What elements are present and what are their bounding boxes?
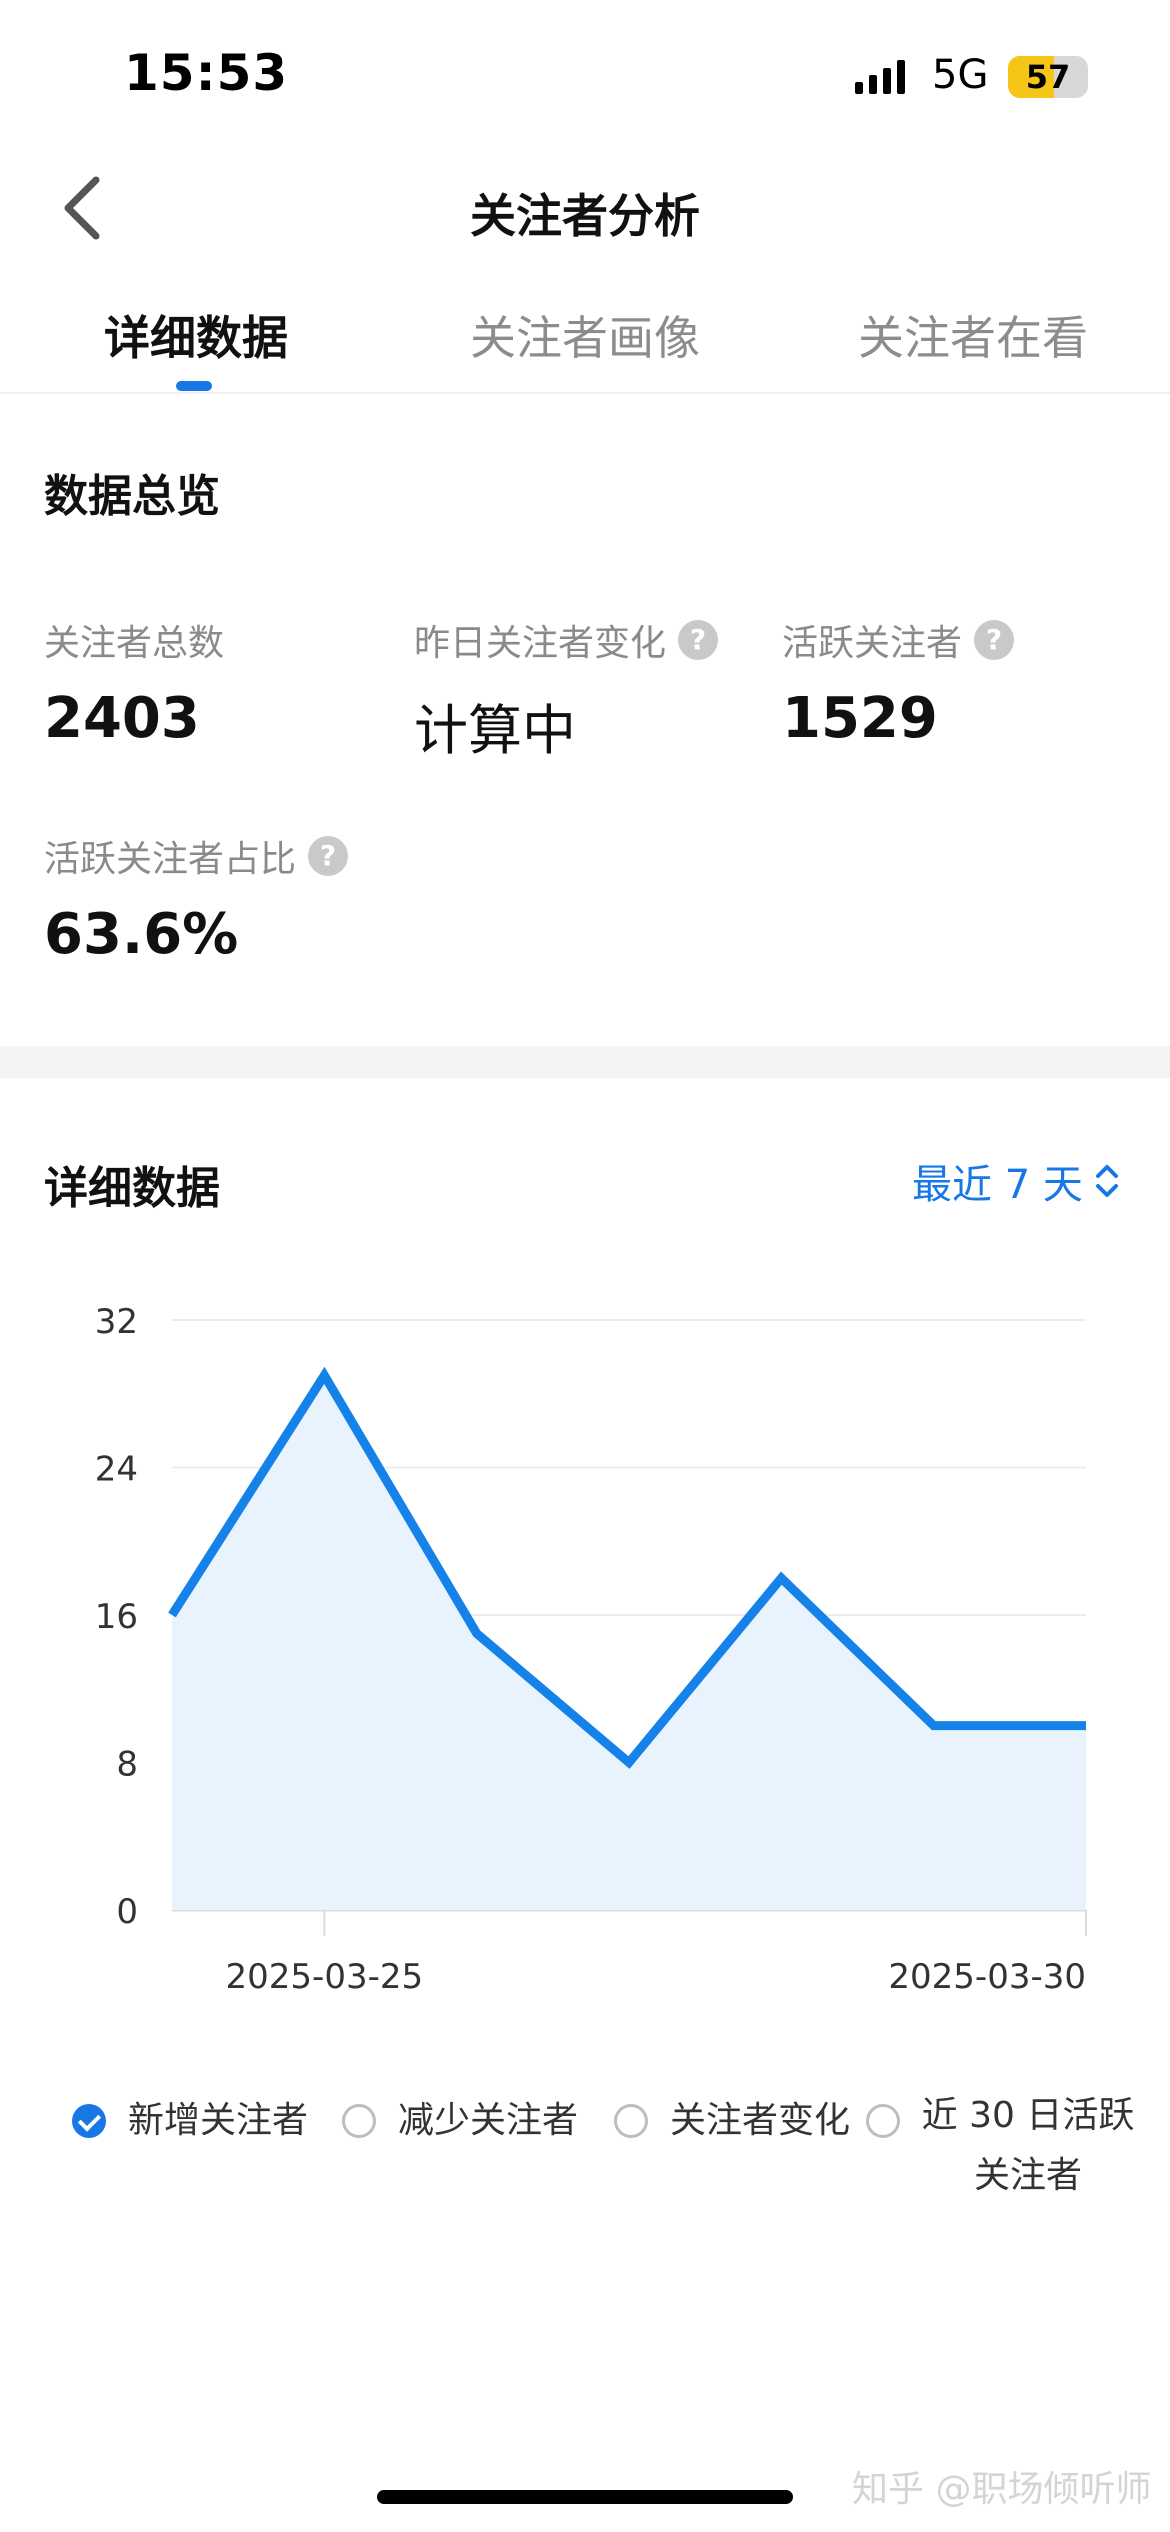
metric-label-text: 昨日关注者变化 <box>414 623 667 664</box>
radio-icon[interactable] <box>866 2104 900 2138</box>
battery-level: 57 <box>1025 58 1071 96</box>
legend-label: 近 30 日活跃 关注者 <box>918 2086 1138 2206</box>
legend-lost-followers[interactable]: 减少关注者 <box>342 2098 578 2144</box>
detail-title: 详细数据 <box>44 1163 220 1214</box>
help-icon[interactable]: ? <box>678 620 719 660</box>
metric-label-active-followers: 活跃关注者 ? <box>782 614 1015 666</box>
check-icon[interactable] <box>72 2104 106 2138</box>
page-title: 关注者分析 <box>470 189 700 243</box>
metric-value-total-followers: 2403 <box>44 686 200 751</box>
radio-icon[interactable] <box>342 2104 376 2138</box>
legend-label-line1: 近 30 日活跃 <box>921 2095 1135 2136</box>
watermark: 知乎 @职场倾听师 <box>852 2469 1152 2510</box>
legend-label: 关注者变化 <box>670 2100 851 2141</box>
section-divider <box>0 1046 1170 1078</box>
metric-label-text: 活跃关注者占比 <box>44 839 297 880</box>
legend-label: 减少关注者 <box>398 2100 579 2141</box>
status-time: 15:53 <box>124 44 289 102</box>
y-tick-label: 0 <box>116 1892 138 1932</box>
date-range-select[interactable]: 最近 7 天 <box>912 1152 1121 1210</box>
network-label: 5G <box>932 52 989 98</box>
signal-icon <box>855 60 905 94</box>
x-tick-label: 2025-03-30 <box>888 1957 1086 1997</box>
chevron-up-down-icon <box>1095 1165 1118 1197</box>
x-tick-label: 2025-03-25 <box>226 1957 424 1997</box>
metric-label-text: 活跃关注者 <box>782 623 963 664</box>
tab-detail-data[interactable]: 详细数据 <box>104 302 288 368</box>
help-icon[interactable]: ? <box>308 836 349 876</box>
legend-30d-active[interactable]: 近 30 日活跃 关注者 <box>866 2095 1138 2206</box>
battery-icon: 57 <box>1008 56 1088 98</box>
series-area <box>172 1375 1086 1910</box>
legend-new-followers[interactable]: 新增关注者 <box>72 2098 308 2144</box>
metric-value-active-ratio: 63.6% <box>44 902 239 967</box>
metric-value-active-followers: 1529 <box>782 686 938 751</box>
overview-title: 数据总览 <box>44 471 220 522</box>
y-tick-label: 16 <box>95 1597 138 1637</box>
metric-label-active-ratio: 活跃关注者占比 ? <box>44 830 349 882</box>
home-indicator[interactable] <box>377 2490 793 2504</box>
legend-follower-change[interactable]: 关注者变化 <box>614 2098 850 2144</box>
metric-label-text: 关注者总数 <box>44 623 225 664</box>
followers-chart: 32 24 16 8 0 2025-03-25 2025-03-30 <box>95 1302 1087 1997</box>
metric-label-yesterday-change: 昨日关注者变化 ? <box>414 614 719 666</box>
tabs-divider <box>0 392 1170 394</box>
metric-label-total-followers: 关注者总数 <box>44 614 224 666</box>
y-tick-label: 8 <box>116 1745 138 1785</box>
radio-icon[interactable] <box>614 2104 648 2138</box>
y-tick-label: 32 <box>95 1302 138 1342</box>
tab-active-indicator <box>176 381 212 391</box>
y-tick-label: 24 <box>95 1450 138 1490</box>
legend-label: 新增关注者 <box>128 2100 309 2141</box>
help-icon[interactable]: ? <box>974 620 1015 660</box>
metric-value-yesterday-change: 计算中 <box>414 699 576 762</box>
legend-label-line2: 关注者 <box>973 2155 1082 2196</box>
tab-follower-profile[interactable]: 关注者画像 <box>470 302 700 368</box>
tab-follower-watching[interactable]: 关注者在看 <box>858 302 1088 368</box>
date-range-label: 最近 7 天 <box>912 1162 1083 1208</box>
